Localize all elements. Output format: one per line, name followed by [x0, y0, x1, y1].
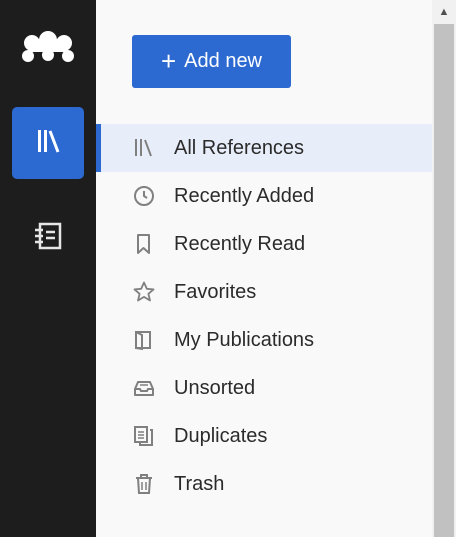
duplicates-icon — [132, 424, 156, 448]
rail-library-button[interactable] — [12, 107, 84, 179]
vertical-scrollbar[interactable]: ▲ — [432, 0, 456, 537]
nav-item-recently-added[interactable]: Recently Added — [96, 172, 432, 220]
plus-icon: + — [160, 45, 177, 76]
nav-item-trash[interactable]: Trash — [96, 460, 432, 508]
scrollbar-thumb[interactable] — [434, 24, 454, 537]
nav-item-label: Duplicates — [174, 424, 268, 447]
bookmark-icon — [132, 232, 156, 256]
nav-item-label: Favorites — [174, 280, 257, 303]
nav-item-recently-read[interactable]: Recently Read — [96, 220, 432, 268]
nav-item-duplicates[interactable]: Duplicates — [96, 412, 432, 460]
rail-notebook-button[interactable] — [28, 218, 68, 258]
scroll-up-arrow-icon[interactable]: ▲ — [432, 0, 456, 24]
nav-item-unsorted[interactable]: Unsorted — [96, 364, 432, 412]
mendeley-logo-icon — [20, 30, 76, 64]
inbox-tray-icon — [132, 376, 156, 400]
library-nav: All References Recently Added Recently R… — [96, 124, 432, 508]
add-new-button[interactable]: + Add new — [132, 35, 291, 88]
nav-item-all-references[interactable]: All References — [96, 124, 432, 172]
nav-item-label: Recently Read — [174, 232, 306, 255]
trash-icon — [132, 472, 156, 496]
nav-item-label: My Publications — [174, 328, 315, 351]
library-panel: + Add new All References Recently Added … — [96, 0, 432, 537]
clock-icon — [132, 184, 156, 208]
library-icon — [132, 136, 156, 160]
nav-item-label: All References — [174, 136, 305, 159]
nav-item-label: Recently Added — [174, 184, 315, 207]
nav-item-my-publications[interactable]: My Publications — [96, 316, 432, 364]
app-rail — [0, 0, 96, 537]
add-new-label: Add new — [184, 50, 263, 72]
library-icon — [33, 126, 63, 161]
nav-item-label: Unsorted — [174, 376, 256, 399]
nav-item-label: Trash — [174, 472, 225, 495]
publication-icon — [132, 328, 156, 352]
notebook-icon — [31, 219, 65, 258]
nav-item-favorites[interactable]: Favorites — [96, 268, 432, 316]
star-icon — [132, 280, 156, 304]
